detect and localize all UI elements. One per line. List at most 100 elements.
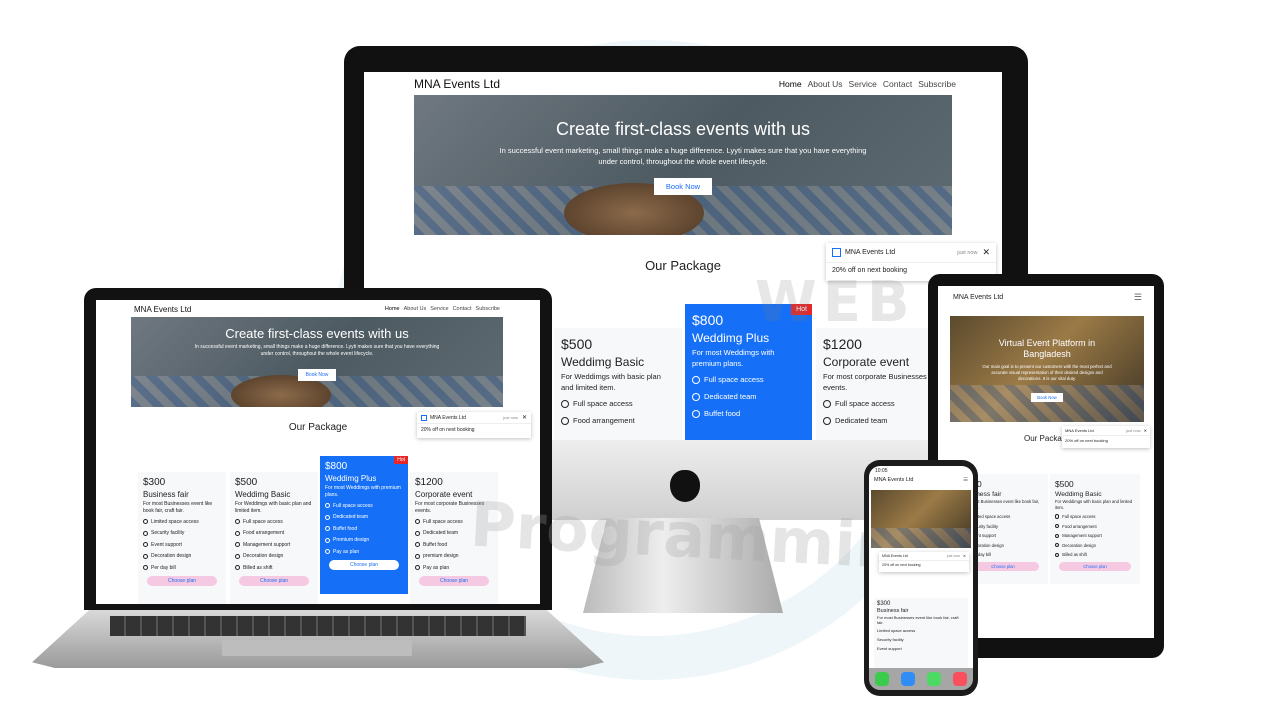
hero-text: In successful event marketing, small thi… [499,146,867,166]
package-desc: For most Weddimgs with premium plans. [692,348,775,368]
package-name: Business fair [143,490,189,499]
notification-toast: MNA Events Ltd just now ✕ 20% off on nex… [879,552,969,572]
nav-contact[interactable]: Contact [883,79,912,89]
nav-home[interactable]: Home [779,79,802,89]
check-icon [325,503,330,508]
feature-item: Decoration design [143,553,221,559]
package-card: $500 Weddimg Basic For Weddimgs with basic… [230,472,318,604]
choose-plan-button[interactable]: Choose plan [1059,562,1131,572]
feature-label: Billed as shift [1062,552,1087,558]
phone-app-icon[interactable] [875,672,889,686]
check-icon [692,375,700,384]
book-now-button[interactable]: Book Now [297,369,337,381]
check-icon [415,530,420,536]
check-icon [143,542,148,547]
brand-logo[interactable]: MNA Events Ltd [874,477,913,483]
choose-plan-button[interactable]: Choose plan [419,576,489,586]
notification-toast: MNA Events Ltd just now ✕ 20% off on nex… [417,412,531,438]
nav-service[interactable]: Service [849,79,877,89]
package-price: $500 [561,336,593,352]
check-icon [692,409,700,418]
hamburger-menu-icon[interactable]: ☰ [1134,292,1142,303]
nav-contact[interactable]: Contact [453,306,472,312]
book-now-button[interactable]: Book Now [1031,392,1063,402]
feature-item: Decoration design [235,553,313,559]
hero-title: Create first-class events with us [555,119,811,139]
messages-app-icon[interactable] [927,672,941,686]
feature-item: Management support [1055,533,1135,538]
check-icon [415,565,420,570]
feature-item: Full space access [235,519,313,525]
feature-label: Security facility [151,530,185,536]
toast-time: just now [946,554,960,558]
feature-item: Full space access [561,399,675,408]
feature-label: Dedicated team [333,514,369,520]
music-app-icon[interactable] [953,672,967,686]
close-icon[interactable]: ✕ [982,247,990,258]
choose-plan-button[interactable]: Choose plan [239,576,309,586]
nav-about[interactable]: About Us [404,306,427,312]
check-icon [1055,552,1060,558]
hero-text: In successful event marketing, small thi… [194,344,440,357]
feature-item: Food arrangement [1055,524,1135,529]
nav-subscribe[interactable]: Subscribe [918,79,956,89]
package-name: Business fair [877,608,909,614]
choose-plan-button[interactable]: Choose plan [329,560,399,570]
close-icon[interactable]: ✕ [522,414,527,421]
check-icon [561,399,569,408]
feature-item: Pay as plan [415,565,493,571]
feature-label: Management support [1062,533,1102,539]
brand-logo[interactable]: MNA Events Ltd [953,294,1003,301]
check-icon [1055,514,1060,519]
check-icon [1055,524,1060,529]
status-time: 10:05 [875,468,888,474]
feature-item: Food arrangement [561,416,675,425]
feature-label: Food arrangement [243,530,285,536]
check-icon [325,537,330,543]
close-icon[interactable]: ✕ [1144,428,1147,433]
toast-title: MNA Events Ltd [1065,428,1094,433]
check-icon [143,553,148,559]
feature-item: Full space access [823,399,937,408]
feature-label: Full space access [423,518,463,525]
book-now-button[interactable]: Book Now [653,177,713,195]
toast-title: MNA Events Ltd [430,414,466,421]
hero-banner: Create first-class events with us In suc… [131,317,503,407]
package-name: Corporate event [823,355,910,369]
feature-item: Security facility [143,530,221,536]
feature-label: Full space access [333,502,373,509]
feature-item: Event support [143,542,221,548]
package-desc: For most Businesses event like book fair… [143,501,213,514]
nav-home[interactable]: Home [385,306,400,312]
feature-label: Decoration design [1062,542,1096,548]
package-card: $300 Business fair For most Businesses eve… [138,472,226,604]
toast-time: just now [503,415,518,420]
feature-item: Dedicated team [692,392,805,401]
feature-label: Full space access [243,518,283,525]
feature-item: Pay as plan [325,549,403,555]
package-card-business-fair: $300 Business fair For most Businesses e… [874,598,968,668]
safari-app-icon[interactable] [901,672,915,686]
feature-item: Limited space access [143,519,221,525]
nav-service[interactable]: Service [430,306,448,312]
brand-logo[interactable]: MNA Events Ltd [134,305,191,314]
check-icon [235,542,240,547]
feature-label: Food arrangement [1062,523,1097,529]
nav-about[interactable]: About Us [808,79,843,89]
feature-label: Billed as shift [243,564,273,571]
hamburger-menu-icon[interactable]: ☰ [963,477,968,483]
package-price: $300 [143,477,166,488]
choose-plan-button[interactable]: Choose plan [147,576,217,586]
feature-item: Full space access [1055,514,1135,519]
apple-logo-icon [670,470,700,502]
package-desc: For Weddimgs with basic plan and limited… [1055,499,1133,511]
brand-logo[interactable]: MNA Events Ltd [414,77,500,91]
check-icon [325,514,330,520]
package-name: Weddimg Basic [235,490,291,499]
toast-time: just now [957,249,978,256]
phone-dock [869,668,973,690]
hero-photo [871,490,971,548]
close-icon[interactable]: ✕ [963,554,966,558]
nav-subscribe[interactable]: Subscribe [476,306,500,312]
feature-item: Per day bill [143,565,221,571]
